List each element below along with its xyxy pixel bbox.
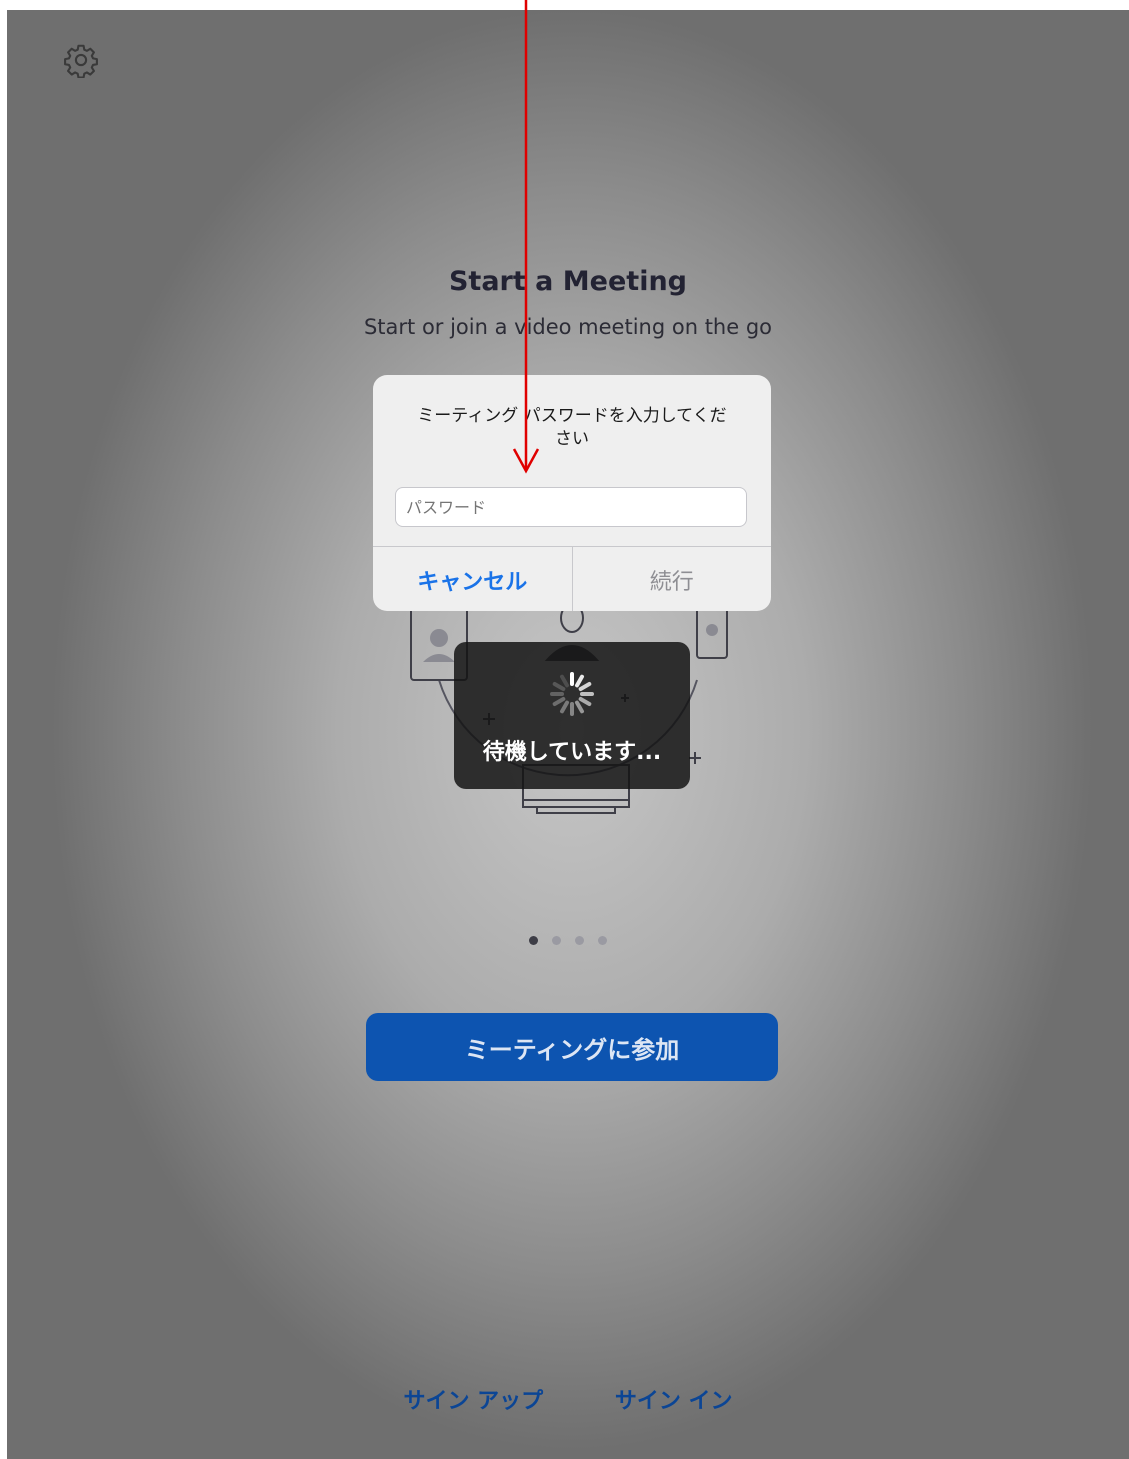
password-dialog: ミーティング パスワードを入力してください キャンセル 続行 xyxy=(373,375,771,611)
page-subtitle: Start or join a video meeting on the go xyxy=(363,315,773,339)
page-dot-4[interactable] xyxy=(598,936,607,945)
page-dot-1[interactable] xyxy=(529,936,538,945)
continue-button[interactable]: 続行 xyxy=(573,547,772,611)
join-meeting-button[interactable]: ミーティングに参加 xyxy=(366,1013,778,1081)
auth-links: サイン アップ サイン イン xyxy=(7,1383,1129,1415)
page-dot-3[interactable] xyxy=(575,936,584,945)
dialog-message: ミーティング パスワードを入力してください xyxy=(417,406,727,449)
loading-text: 待機しています... xyxy=(482,740,662,765)
gear-icon[interactable] xyxy=(63,42,99,78)
signup-link[interactable]: サイン アップ xyxy=(403,1383,543,1415)
page-title: Start a Meeting xyxy=(448,266,688,297)
app-screen: Start a Meeting Start or join a video me… xyxy=(7,10,1129,1459)
spinner-icon xyxy=(550,672,594,716)
cancel-button[interactable]: キャンセル xyxy=(373,547,573,611)
signin-link[interactable]: サイン イン xyxy=(615,1383,733,1415)
page-dot-2[interactable] xyxy=(552,936,561,945)
loading-overlay: 待機しています... xyxy=(454,642,690,789)
page-indicator xyxy=(7,930,1129,949)
password-input[interactable] xyxy=(395,487,747,527)
dialog-buttons: キャンセル 続行 xyxy=(373,546,771,611)
